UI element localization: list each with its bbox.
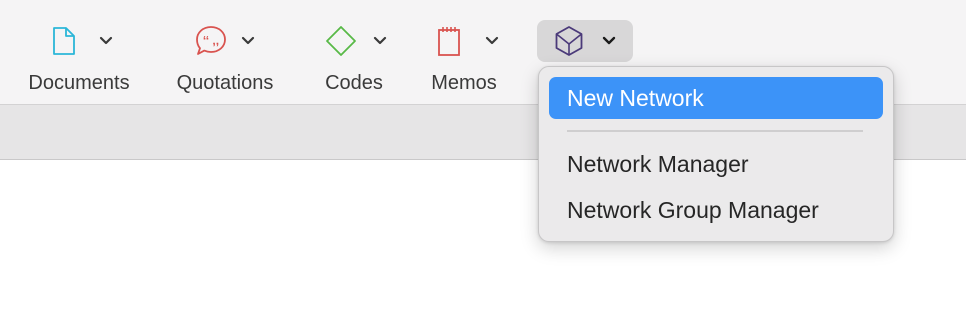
menu-item-network-manager[interactable]: Network Manager [549,143,883,185]
memo-icon [436,24,462,58]
codes-label: Codes [325,72,383,94]
documents-label: Documents [28,72,130,94]
quotations-dropdown[interactable]: ‘‘ ,, [190,20,286,62]
codes-dropdown[interactable] [320,20,400,62]
document-icon [52,26,76,56]
network-icon [553,25,585,57]
quotations-label: Quotations [176,72,274,94]
menu-item-network-group-manager[interactable]: Network Group Manager [549,189,883,231]
documents-tool[interactable]: Documents [18,20,142,100]
memos-dropdown[interactable] [432,20,512,62]
chevron-down-icon[interactable] [599,31,619,51]
codes-tool[interactable]: Codes [318,20,398,100]
menu-item-new-network[interactable]: New Network [549,77,883,119]
chevron-down-icon[interactable] [96,31,116,51]
menu-separator [567,130,863,132]
memos-tool[interactable]: Memos [424,20,508,100]
network-menu: New Network Network Manager Network Grou… [538,66,894,242]
code-diamond-icon [324,24,358,58]
chevron-down-icon[interactable] [482,31,502,51]
networks-dropdown[interactable] [537,20,633,62]
chevron-down-icon[interactable] [370,31,390,51]
quotations-tool[interactable]: ‘‘ ,, Quotations [166,20,286,100]
memos-label: Memos [431,72,497,94]
documents-dropdown[interactable] [48,20,138,62]
quotation-icon: ‘‘ ,, [194,24,228,58]
svg-text:‘‘ ,,: ‘‘ ,, [203,34,219,48]
chevron-down-icon[interactable] [238,31,258,51]
